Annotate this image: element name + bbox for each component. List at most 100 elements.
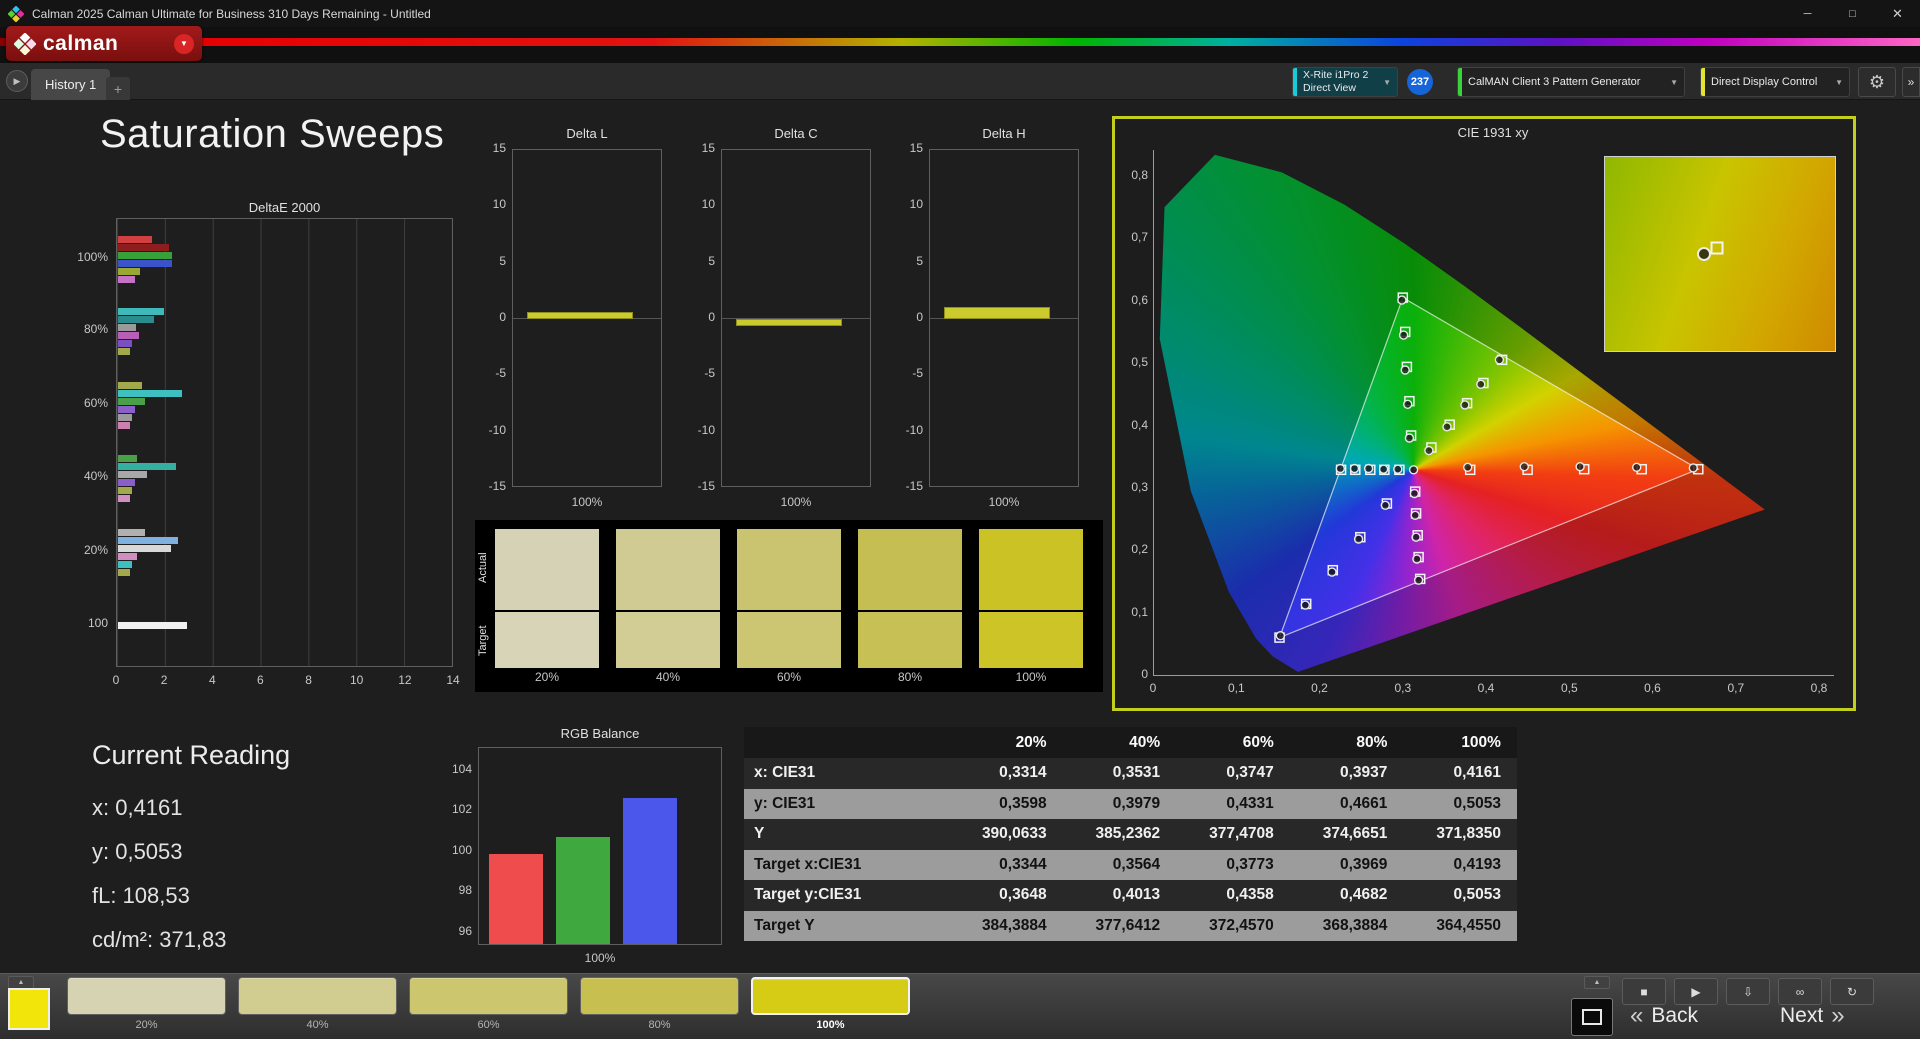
table-cell: 377,4708 — [1209, 825, 1274, 843]
delta-e-bar — [118, 339, 133, 347]
add-tab-button[interactable]: + — [106, 77, 130, 100]
delta-e-bar — [118, 397, 145, 405]
actual-swatch — [495, 529, 599, 610]
play-button[interactable]: ▶ — [1674, 978, 1718, 1005]
axis-tick-label: 5 — [708, 253, 715, 268]
back-button[interactable]: « Back — [1630, 1004, 1698, 1028]
patch-button-20[interactable]: 20% — [67, 977, 226, 1031]
save-button[interactable]: ⇩ — [1726, 978, 1770, 1005]
axis-tick-label: 0 — [1149, 681, 1157, 695]
next-button[interactable]: Next » — [1780, 1004, 1845, 1028]
table-row: Target y:CIE31 0,3648 0,4013 0,4358 0,4682 0,… — [744, 880, 1517, 911]
table-cell: 0,3344 — [999, 855, 1047, 873]
link-button[interactable]: ∞ — [1778, 978, 1822, 1005]
cie-zoom-inset — [1604, 156, 1836, 352]
logo-row: calman ▼ — [0, 26, 1920, 63]
edge-chevron-icon[interactable]: » — [1902, 67, 1920, 97]
delta-e-bar — [118, 323, 137, 331]
cie-x-axis: 0 0,1 0,2 0,3 0,4 0,5 0,6 0,7 0,8 — [1149, 681, 1833, 697]
minimize-button[interactable]: ─ — [1785, 0, 1830, 27]
actual-swatch — [616, 529, 720, 610]
axis-tick-label: 0,4 — [1131, 417, 1148, 432]
rgb-balance-title: RGB Balance — [560, 726, 640, 741]
delta-e-bar — [118, 494, 130, 502]
collapse-right-icon[interactable]: ▲ — [1584, 976, 1610, 989]
delta-bar — [944, 306, 1050, 319]
swatch-label: 80% — [897, 670, 923, 684]
row-label: y: CIE31 — [754, 794, 816, 812]
maximize-button[interactable]: □ — [1830, 0, 1875, 27]
delta-chart-y-axis: 15 10 5 0 -5 -10 -15 — [679, 141, 715, 493]
gear-icon[interactable]: ⚙ — [1858, 67, 1896, 97]
delta-e-bar — [118, 267, 140, 275]
delta-e-bar — [118, 568, 130, 576]
delta-chart — [512, 149, 662, 487]
target-row-label: Target — [477, 625, 489, 657]
table-cell: 377,6412 — [1095, 916, 1161, 934]
swatch-label: 60% — [776, 670, 802, 684]
delta-e-bar — [118, 259, 173, 267]
axis-tick-label: -10 — [905, 422, 923, 437]
patch-button-40[interactable]: 40% — [238, 977, 397, 1031]
nav-arrow-icon[interactable]: ▶ — [6, 70, 28, 92]
table-cell: 0,4358 — [1226, 886, 1274, 904]
transport-controls: ■ ▶ ⇩ ∞ ↻ — [1622, 978, 1874, 1005]
refresh-button[interactable]: ↻ — [1830, 978, 1874, 1005]
pattern-generator-button[interactable]: CalMAN Client 3 Pattern Generator ▼ — [1457, 67, 1685, 97]
swatch-label: 20% — [534, 670, 560, 684]
table-cell: 371,8350 — [1436, 825, 1501, 843]
reading-value: cd/m²: 371,83 — [92, 927, 227, 952]
delta-e-bar — [118, 381, 143, 389]
delta-e-bar — [118, 544, 171, 552]
axis-tick-label: 0,8 — [1131, 168, 1148, 182]
pattern-generator-label: CalMAN Client 3 Pattern Generator — [1468, 76, 1641, 88]
patch-button-60[interactable]: 60% — [409, 977, 568, 1031]
axis-tick-label: -10 — [697, 422, 715, 437]
axis-tick-label: -15 — [905, 479, 923, 493]
table-cell: 0,3773 — [1226, 855, 1274, 873]
patch-strip: 20% 40% 60% 80% 100% — [67, 977, 910, 1031]
meter-select-button[interactable]: X-Rite i1Pro 2 Direct View ▼ — [1292, 67, 1398, 97]
tab-history-1[interactable]: History 1 — [31, 69, 111, 100]
axis-tick-label: 2 — [160, 673, 168, 687]
axis-tick-label: 5 — [916, 253, 923, 268]
rgb-balance-chart — [478, 747, 722, 945]
table-cell: 0,4682 — [1339, 886, 1388, 904]
zero-line — [513, 318, 661, 319]
display-control-button[interactable]: Direct Display Control ▼ — [1700, 67, 1850, 97]
table-cell: 0,4193 — [1453, 855, 1501, 873]
tab-bar: ▶ History 1 + X-Rite i1Pro 2 Direct View… — [0, 63, 1920, 100]
table-cell: 0,3648 — [999, 886, 1047, 904]
axis-label: 100% — [988, 495, 1020, 509]
axis-tick-label: 10 — [350, 673, 364, 687]
rgb-bar-green — [556, 837, 610, 944]
patch-button-80[interactable]: 80% — [580, 977, 739, 1031]
stop-button[interactable]: ■ — [1622, 978, 1666, 1005]
window-title: Calman 2025 Calman Ultimate for Business… — [32, 6, 431, 21]
axis-tick-label: 10 — [492, 197, 506, 212]
app-icon — [8, 5, 24, 22]
deltae2000-chart — [116, 218, 453, 667]
table-cell: 0,4661 — [1339, 794, 1388, 812]
delta-e-bar — [118, 421, 130, 429]
delta-e-bar — [118, 486, 133, 494]
delta-e-bar — [118, 331, 139, 339]
chevron-down-icon: ▼ — [1670, 77, 1678, 87]
close-button[interactable]: ✕ — [1875, 0, 1920, 27]
patch-button-100[interactable]: 100% — [751, 977, 910, 1031]
delta-chart-y-axis: 15 10 5 0 -5 -10 -15 — [887, 141, 923, 493]
title-bar: Calman 2025 Calman Ultimate for Business… — [0, 0, 1920, 27]
patch-label: 80% — [648, 1019, 671, 1031]
table-cell: 390,0633 — [981, 825, 1047, 843]
display-panel-button[interactable] — [1571, 998, 1613, 1036]
axis-tick-label: 15 — [909, 141, 923, 155]
meter-count-badge[interactable]: 237 — [1407, 69, 1433, 95]
calman-logo-menu[interactable]: calman ▼ — [6, 26, 202, 61]
axis-tick-label: 8 — [305, 673, 312, 687]
page-title: Saturation Sweeps — [100, 112, 445, 156]
table-row: Target x:CIE31 0,3344 0,3564 0,3773 0,3969 0,… — [744, 849, 1517, 880]
table-cell: 0,4013 — [1112, 886, 1161, 904]
delta-e-bar — [118, 536, 179, 544]
deltae2000-chart-title: DeltaE 2000 — [248, 200, 321, 215]
delta-chart — [721, 149, 871, 487]
